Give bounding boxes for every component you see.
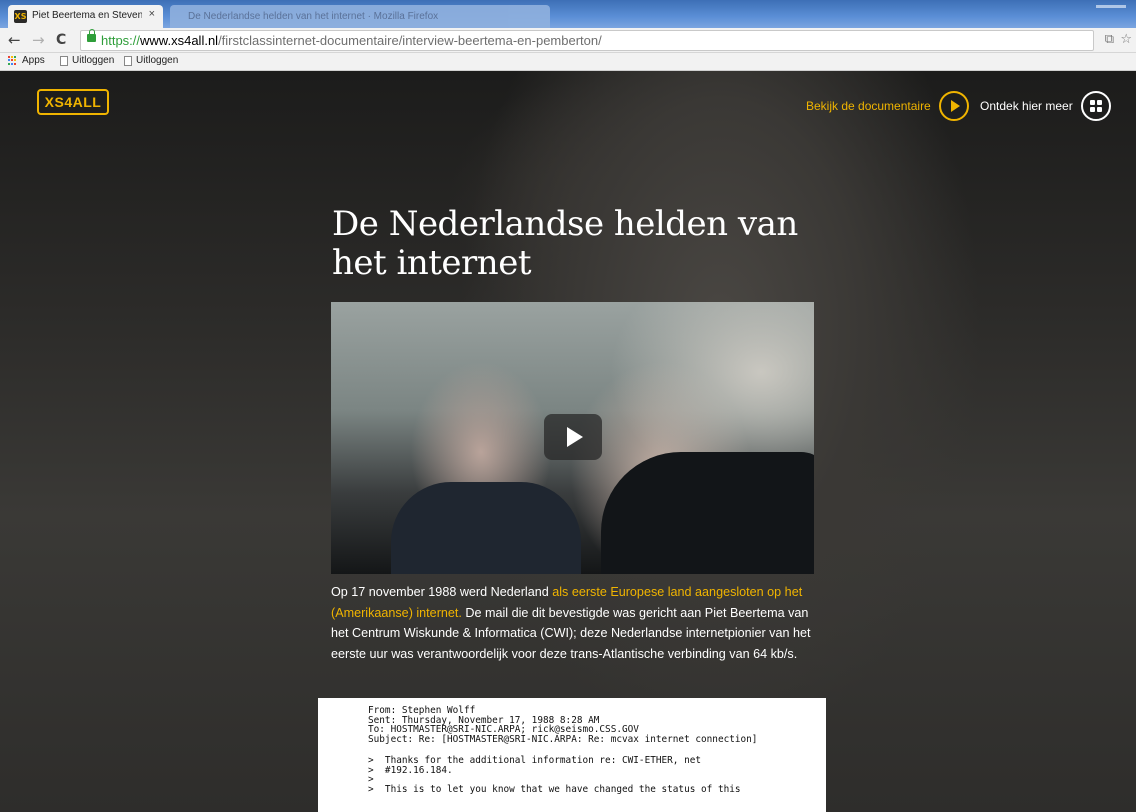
discover-more-label: Ontdek hier meer bbox=[980, 99, 1073, 113]
video-play-button[interactable] bbox=[544, 414, 602, 460]
tab-active[interactable]: XS Piet Beertema en Steven P × bbox=[8, 5, 163, 28]
mail-body-line: > This is to let you know that we have c… bbox=[368, 783, 741, 795]
url-path: /firstclassinternet-documentaire/intervi… bbox=[218, 33, 602, 48]
tab-inactive-title: De Nederlandse helden van het internet ·… bbox=[188, 11, 439, 22]
intro-text: Op 17 november 1988 werd Nederland bbox=[331, 585, 553, 599]
translate-icon[interactable]: ⧉ bbox=[1105, 32, 1114, 47]
lock-icon bbox=[87, 29, 96, 42]
bookmark-apps[interactable]: Apps bbox=[8, 55, 45, 66]
video-figure-right bbox=[601, 452, 814, 574]
intro-paragraph: Op 17 november 1988 werd Nederland als e… bbox=[331, 582, 821, 664]
bookmark-label: Uitloggen bbox=[72, 55, 115, 66]
tab-inactive[interactable]: De Nederlandse helden van het internet ·… bbox=[170, 5, 550, 28]
back-button[interactable]: ← bbox=[8, 31, 21, 49]
bookmark-uitloggen[interactable]: Uitloggen bbox=[60, 55, 114, 66]
tab-title: Piet Beertema en Steven P bbox=[32, 10, 142, 21]
xs4all-favicon-icon: XS bbox=[14, 10, 27, 23]
watch-documentary-link[interactable]: Bekijk de documentaire bbox=[806, 91, 969, 121]
bookmark-star-icon[interactable]: ☆ bbox=[1120, 32, 1132, 47]
reload-button[interactable]: C bbox=[56, 31, 66, 49]
bookmark-label: Uitloggen bbox=[136, 55, 179, 66]
video-figure-left bbox=[391, 482, 581, 574]
page-icon bbox=[60, 55, 68, 66]
browser-toolbar: ← → C https://www.xs4all.nl/firstclassin… bbox=[0, 28, 1136, 53]
apps-grid-icon bbox=[8, 55, 18, 66]
page-icon bbox=[124, 55, 132, 66]
window-minimize-icon[interactable] bbox=[1096, 5, 1126, 8]
bookmark-uitloggen[interactable]: Uitloggen bbox=[124, 55, 178, 66]
page-title: De Nederlandse helden van het internet bbox=[332, 204, 798, 283]
grid-menu-icon[interactable] bbox=[1080, 91, 1111, 121]
bookmark-label: Apps bbox=[22, 55, 45, 66]
video-player[interactable] bbox=[331, 302, 814, 574]
mail-header-line: Subject: Re: [HOSTMASTER@SRI-NIC.ARPA: R… bbox=[368, 733, 758, 745]
play-icon bbox=[566, 427, 583, 447]
discover-more-link[interactable]: Ontdek hier meer bbox=[980, 91, 1111, 121]
xs4all-logo[interactable]: XS4ALL bbox=[37, 89, 109, 115]
forward-button[interactable]: → bbox=[32, 31, 45, 49]
mail-body-line: > #192.16.184. bbox=[368, 764, 453, 776]
bookmarks-bar: Apps Uitloggen Uitloggen bbox=[0, 53, 1136, 71]
address-bar[interactable]: https://www.xs4all.nl/firstclassinternet… bbox=[80, 29, 1094, 51]
tab-close-icon[interactable]: × bbox=[149, 8, 155, 20]
play-circle-icon[interactable] bbox=[938, 91, 969, 121]
url-scheme: https:// bbox=[101, 33, 141, 48]
email-excerpt: From: Stephen Wolff Sent: Thursday, Nove… bbox=[318, 698, 826, 812]
watch-documentary-label: Bekijk de documentaire bbox=[806, 99, 931, 113]
url-host: www.xs4all.nl bbox=[140, 33, 219, 48]
url-text: https://www.xs4all.nl/firstclassinternet… bbox=[101, 33, 602, 48]
page-viewport: XS4ALL Bekijk de documentaire Ontdek hie… bbox=[0, 71, 1136, 812]
browser-tab-bar: XS Piet Beertema en Steven P × De Nederl… bbox=[0, 0, 1136, 28]
